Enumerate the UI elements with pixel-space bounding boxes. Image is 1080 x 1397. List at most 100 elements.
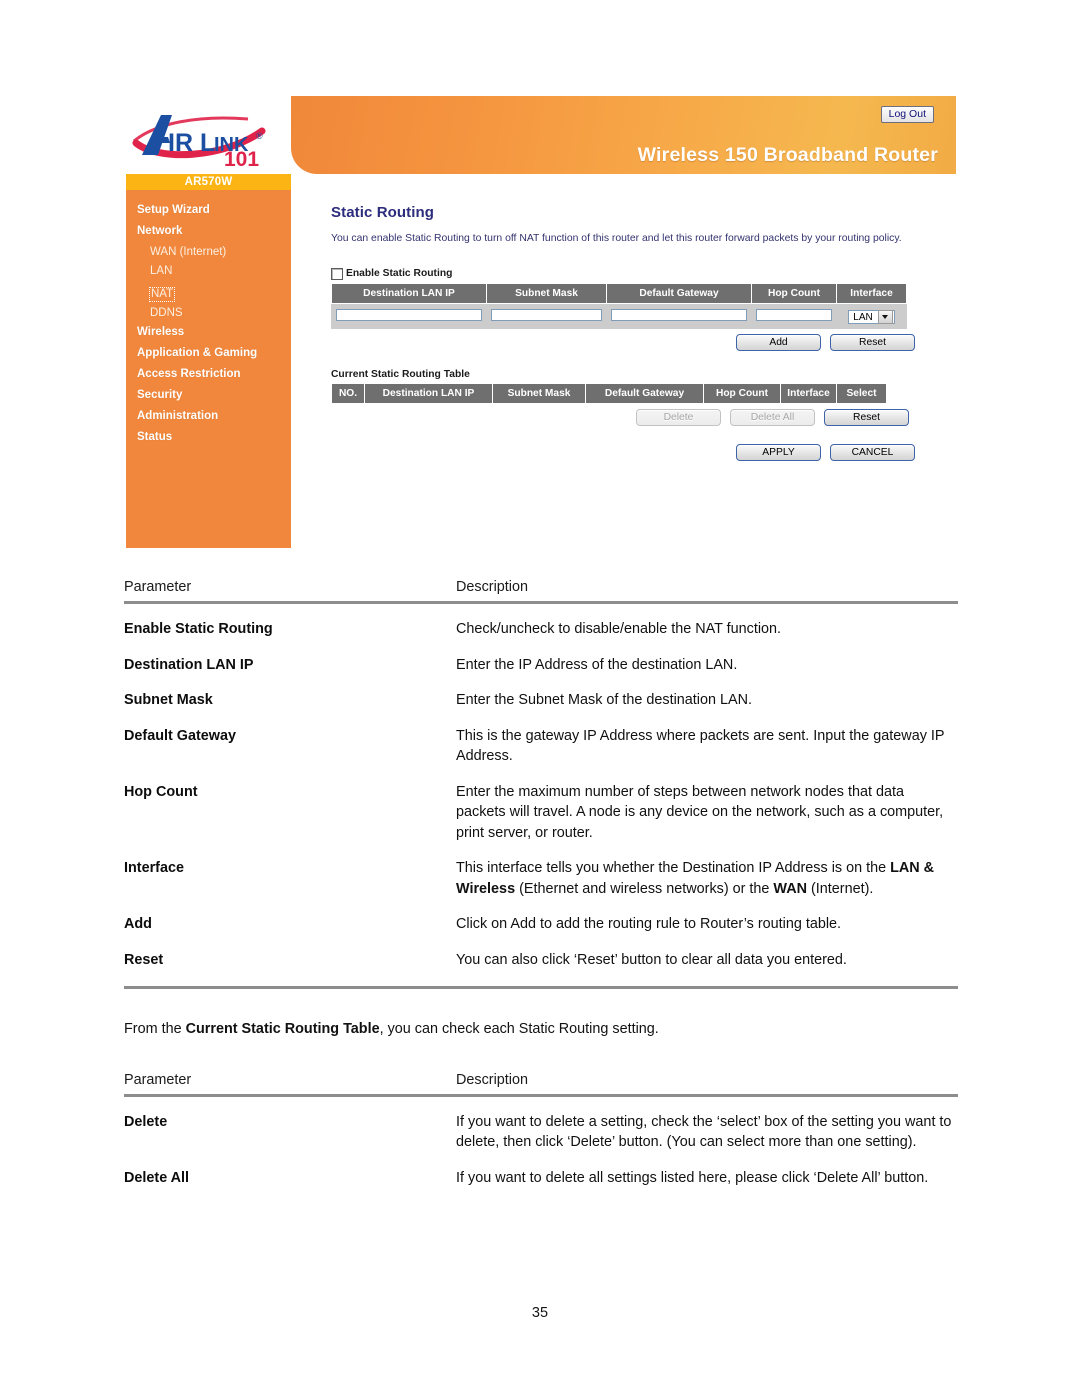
model-band: AR570W [126,174,291,190]
enable-static-routing-label: Enable Static Routing [346,268,453,279]
table-row: Interface This interface tells you wheth… [124,858,958,899]
cancel-button[interactable]: CANCEL [830,443,915,461]
table2-top-rule [124,1093,958,1097]
param-description: Enter the IP Address of the destination … [456,656,738,673]
sidebar-item-administration[interactable]: Administration [126,410,291,423]
param-description: Click on Add to add the routing rule to … [456,916,842,932]
svg-text:IR: IR [168,129,193,157]
col-hop-count: Hop Count [751,282,837,304]
current-static-routing-table: NO. Destination LAN IP Subnet Mask Defau… [331,382,887,404]
param-description: This interface tells you whether the Des… [456,858,956,899]
param-description: Enter the maximum number of steps betwee… [456,783,944,841]
param-name: Enable Static Routing [124,621,273,637]
col-interface: Interface [780,382,837,404]
col-hop-count: Hop Count [703,382,781,404]
footer-button-row: APPLY CANCEL [736,443,956,461]
middle-bold: Current Static Routing Table [185,1021,380,1037]
sidebar-item-nat[interactable]: NAT [148,287,176,302]
param-name: Subnet Mask [124,692,213,708]
destination-lan-ip-input[interactable] [336,309,482,321]
col-default-gateway: Default Gateway [606,282,752,304]
sidebar-item-setup-wizard[interactable]: Setup Wizard [126,204,291,217]
add-button[interactable]: Add [736,333,821,351]
static-route-entry-table: Destination LAN IP Subnet Mask Default G… [331,282,907,329]
middle-part-2: , you can check each Static Routing sett… [379,1021,659,1037]
sidebar-item-ddns[interactable]: DDNS [126,307,291,320]
sidebar-item-security[interactable]: Security [126,389,291,402]
table1-col-description: Description [456,579,528,595]
param-name: Default Gateway [124,727,236,744]
reset-table-button[interactable]: Reset [824,408,909,426]
subnet-mask-input[interactable] [491,309,602,321]
svg-text:L: L [200,129,215,157]
chevron-down-icon[interactable] [877,310,893,324]
table-row: Delete If you want to delete a setting, … [124,1112,958,1153]
sidebar-item-access-restriction[interactable]: Access Restriction [126,368,291,381]
delete-all-button[interactable]: Delete All [730,408,815,426]
sidebar: Setup Wizard Network WAN (Internet) LAN … [126,190,291,548]
param-description: This is the gateway IP Address where pac… [456,727,945,765]
interface-select[interactable]: LAN [848,310,895,324]
sidebar-item-application-gaming[interactable]: Application & Gaming [126,347,291,360]
middle-part-1: From the [124,1021,186,1037]
default-gateway-input[interactable] [611,309,747,321]
entry-table-header-row: Destination LAN IP Subnet Mask Default G… [331,282,907,304]
svg-text:101: 101 [224,148,259,171]
param-name: Destination LAN IP [124,656,254,673]
col-no: NO. [331,382,365,404]
airlink-logo-svg: IR L INK ® 101 [132,115,266,171]
param-name: Delete All [124,1169,190,1186]
table2-col-parameter: Parameter [124,1071,192,1088]
param-name: Hop Count [124,783,198,800]
table2-col-description: Description [456,1071,528,1088]
sidebar-item-lan[interactable]: LAN [126,265,291,278]
logout-button[interactable]: Log Out [880,106,934,123]
table2-column-headers: Parameter Description [124,1068,958,1094]
param-description: If you want to delete all settings liste… [456,1169,929,1186]
table1-bottom-rule [124,986,958,989]
param-description: If you want to delete a setting, check t… [456,1113,952,1151]
sidebar-item-wan-internet[interactable]: WAN (Internet) [126,246,291,259]
hop-count-input[interactable] [756,309,832,321]
table-row: Subnet Mask Enter the Subnet Mask of the… [124,690,958,711]
table1-column-headers: Parameter Description [124,575,958,601]
table-button-row: Delete Delete All Reset [636,408,956,426]
desc-part-1: This interface tells you whether the Des… [456,860,891,876]
current-table-header-row: NO. Destination LAN IP Subnet Mask Defau… [331,382,887,404]
document-body: Parameter Description Enable Static Rout… [124,575,958,1188]
table-row: Hop Count Enter the maximum number of st… [124,782,958,844]
router-admin-screenshot: IR L INK ® 101 AR570W Setup Wizard Netwo… [126,96,956,548]
sidebar-nav: Setup Wizard Network WAN (Internet) LAN … [126,204,291,452]
page-number: 35 [531,1305,549,1321]
table1-top-rule [124,601,958,604]
desc-bold-2: WAN [773,880,807,897]
col-default-gateway: Default Gateway [585,382,704,404]
sidebar-item-status[interactable]: Status [126,431,291,444]
col-subnet-mask: Subnet Mask [492,382,586,404]
enable-static-routing-row[interactable]: Enable Static Routing [331,267,956,280]
table-row: Add Click on Add to add the routing rule… [124,914,958,935]
middle-paragraph: From the Current Static Routing Table, y… [124,1019,958,1040]
param-name: Reset [124,951,164,968]
desc-part-2: (Ethernet and wireless networks) or the [515,880,774,897]
param-name: Delete [124,1113,168,1130]
entry-table-input-row: LAN [331,302,907,329]
param-name: Add [124,916,152,932]
table-row: Default Gateway This is the gateway IP A… [124,726,958,767]
sidebar-item-network[interactable]: Network [126,225,291,238]
content-pane: Static Routing You can enable Static Rou… [331,204,956,461]
param-name: Interface [124,860,184,876]
param-description: Check/uncheck to disable/enable the NAT … [456,621,782,637]
current-table-caption: Current Static Routing Table [331,368,470,380]
col-destination-lan-ip: Destination LAN IP [364,382,493,404]
table-row: Delete All If you want to delete all set… [124,1168,958,1189]
table-row: Enable Static Routing Check/uncheck to d… [124,619,958,640]
page-title: Static Routing [331,204,435,221]
enable-static-routing-checkbox[interactable] [331,267,343,280]
apply-button[interactable]: APPLY [736,443,821,461]
table1-col-parameter: Parameter [124,579,192,595]
col-subnet-mask: Subnet Mask [486,282,607,304]
delete-button[interactable]: Delete [636,408,721,426]
sidebar-item-wireless[interactable]: Wireless [126,326,291,339]
reset-entry-button[interactable]: Reset [830,333,915,351]
